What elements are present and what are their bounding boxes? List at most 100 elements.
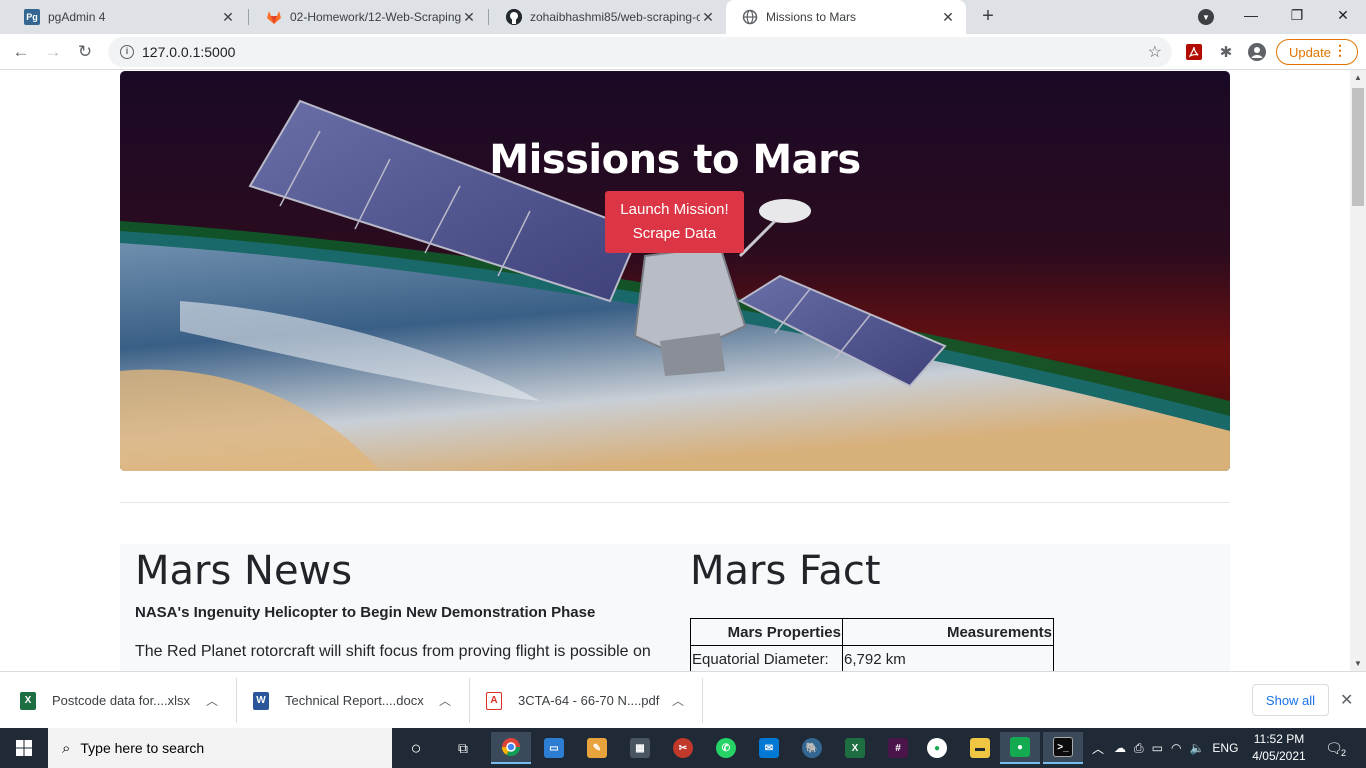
tab-strip: Pg pgAdmin 4 ✕ 02-Homework/12-Web-Scrapi…: [0, 0, 1366, 34]
chrome-icon[interactable]: [491, 732, 531, 764]
new-tab-button[interactable]: +: [976, 5, 1000, 29]
tab-title: 02-Homework/12-Web-Scraping: [290, 10, 461, 24]
tab-gitlab[interactable]: 02-Homework/12-Web-Scraping ✕: [250, 0, 487, 34]
info-icon[interactable]: i: [120, 45, 134, 59]
downloads-bar: X Postcode data for....xlsx ︿ W Technica…: [0, 671, 1366, 728]
download-separator: [236, 678, 237, 723]
paint-icon[interactable]: ✎: [577, 732, 617, 764]
profile-avatar[interactable]: [1248, 43, 1266, 61]
back-button[interactable]: ←: [7, 38, 35, 66]
satellite-earth-image: [120, 71, 1230, 471]
close-icon[interactable]: ✕: [461, 9, 477, 25]
taskbar-clock[interactable]: 11:52 PM 4/05/2021: [1248, 731, 1310, 765]
close-icon[interactable]: ✕: [1340, 690, 1353, 710]
mail-icon[interactable]: ✉: [749, 732, 789, 764]
onedrive-icon[interactable]: ☁: [1114, 741, 1126, 755]
acrobat-extension-icon[interactable]: [1185, 43, 1203, 61]
mongodb-icon[interactable]: ●: [917, 732, 957, 764]
mongodb-compass-icon[interactable]: ●: [1000, 732, 1040, 764]
chevron-up-icon[interactable]: ︿: [672, 692, 684, 709]
page-scrollbar[interactable]: ▲ ▼: [1350, 70, 1366, 671]
close-icon[interactable]: ✕: [940, 9, 956, 25]
windows-logo-icon: [16, 740, 32, 756]
battery-icon[interactable]: ▭: [1152, 741, 1163, 755]
tab-pgadmin[interactable]: Pg pgAdmin 4 ✕: [8, 0, 246, 34]
search-placeholder: Type here to search: [80, 740, 205, 756]
close-window-button[interactable]: ✕: [1320, 0, 1366, 30]
task-view-icon[interactable]: ⧉: [443, 732, 483, 764]
system-tray: ︿ ☁ ⎙ ▭ ◠ 🔈 ENG: [1092, 728, 1238, 768]
chevron-up-icon[interactable]: ︿: [439, 692, 451, 709]
extensions-puzzle-icon[interactable]: ✱: [1217, 43, 1235, 61]
volume-icon[interactable]: 🔈: [1189, 741, 1204, 755]
menu-dots-icon[interactable]: ⋮: [1333, 42, 1347, 59]
mars-facts-table: Mars Properties Measurements Equatorial …: [690, 618, 1054, 671]
wifi-icon[interactable]: ◠: [1171, 741, 1181, 755]
whatsapp-icon[interactable]: ✆: [706, 732, 746, 764]
tab-title: pgAdmin 4: [48, 10, 106, 24]
table-cell-value: 6,792 km: [842, 645, 1054, 671]
launch-mission-button[interactable]: Launch Mission! Scrape Data: [605, 191, 744, 253]
gitlab-icon: [266, 9, 282, 25]
slack-icon[interactable]: #: [878, 732, 918, 764]
terminal-icon[interactable]: >_: [1043, 732, 1083, 764]
tab-title: Missions to Mars: [766, 10, 857, 24]
close-icon[interactable]: ✕: [220, 9, 236, 25]
table-cell-property: Equatorial Diameter:: [690, 645, 843, 671]
update-label: Update: [1289, 44, 1331, 60]
file-explorer-icon[interactable]: ▬: [960, 732, 1000, 764]
scroll-up-icon[interactable]: ▲: [1354, 73, 1362, 82]
forward-button[interactable]: →: [39, 38, 67, 66]
notification-center-icon[interactable]: 🗨 2: [1322, 736, 1346, 760]
download-separator: [702, 678, 703, 723]
url-text[interactable]: 127.0.0.1:5000: [142, 44, 235, 60]
scroll-down-icon[interactable]: ▼: [1354, 659, 1362, 668]
hero-jumbotron: Missions to Mars Launch Mission! Scrape …: [120, 71, 1230, 471]
column-header: Measurements: [842, 618, 1054, 646]
cortana-icon[interactable]: ○: [396, 732, 436, 764]
download-item[interactable]: W Technical Report....docx ︿: [253, 678, 463, 723]
download-item[interactable]: A 3CTA-64 - 66-70 N....pdf ︿: [486, 678, 696, 723]
reload-button[interactable]: ↻: [71, 38, 99, 66]
snipping-tool-icon[interactable]: ✂: [663, 732, 703, 764]
mars-news-section: Mars News NASA's Ingenuity Helicopter to…: [135, 544, 665, 665]
tab-separator: [248, 9, 249, 25]
launch-button-line2: Scrape Data: [632, 225, 717, 242]
news-paragraph: The Red Planet rotorcraft will shift foc…: [135, 643, 651, 660]
minimize-button[interactable]: —: [1228, 0, 1274, 30]
search-icon: ⌕: [62, 739, 71, 757]
remote-desktop-icon[interactable]: ▭: [534, 732, 574, 764]
clock-time: 11:52 PM: [1253, 732, 1305, 746]
show-all-button[interactable]: Show all: [1252, 684, 1329, 716]
language-indicator[interactable]: ENG: [1212, 741, 1238, 755]
taskbar-search-box[interactable]: ⌕ Type here to search: [48, 728, 392, 768]
tab-title: zohaibhashmi85/web-scraping-c: [530, 10, 700, 24]
download-item[interactable]: X Postcode data for....xlsx ︿: [20, 678, 230, 723]
chevron-up-icon[interactable]: ︿: [1092, 740, 1104, 757]
download-filename: 3CTA-64 - 66-70 N....pdf: [518, 693, 660, 708]
address-bar[interactable]: i 127.0.0.1:5000 ☆: [108, 37, 1172, 67]
scrollbar-thumb[interactable]: [1352, 88, 1364, 206]
launch-button-line1: Launch Mission!: [620, 201, 729, 218]
restore-button[interactable]: ❐: [1274, 0, 1320, 30]
postgres-icon[interactable]: 🐘: [792, 732, 832, 764]
update-button[interactable]: Update ⋮: [1276, 39, 1358, 65]
notification-badge: 2: [1340, 748, 1346, 758]
pgadmin-icon: Pg: [24, 9, 40, 25]
section-divider: [120, 502, 1230, 503]
excel-icon[interactable]: X: [835, 732, 875, 764]
close-icon[interactable]: ✕: [700, 9, 716, 25]
page-viewport: Missions to Mars Launch Mission! Scrape …: [0, 70, 1350, 671]
tab-search-icon[interactable]: ▼: [1198, 9, 1214, 25]
pdf-file-icon: A: [486, 691, 502, 710]
tab-missions-to-mars[interactable]: Missions to Mars ✕: [726, 0, 966, 34]
tab-github[interactable]: zohaibhashmi85/web-scraping-c ✕: [490, 0, 726, 34]
table-row: Equatorial Diameter: 6,792 km: [690, 645, 1054, 671]
windows-start-button[interactable]: [0, 728, 48, 768]
bookmark-star-icon[interactable]: ☆: [1148, 42, 1162, 62]
device-icon[interactable]: ⎙: [1134, 741, 1144, 756]
hero-title: Missions to Mars: [489, 137, 861, 183]
calculator-icon[interactable]: ▦: [620, 732, 660, 764]
chevron-up-icon[interactable]: ︿: [206, 692, 218, 709]
excel-file-icon: X: [20, 691, 36, 710]
